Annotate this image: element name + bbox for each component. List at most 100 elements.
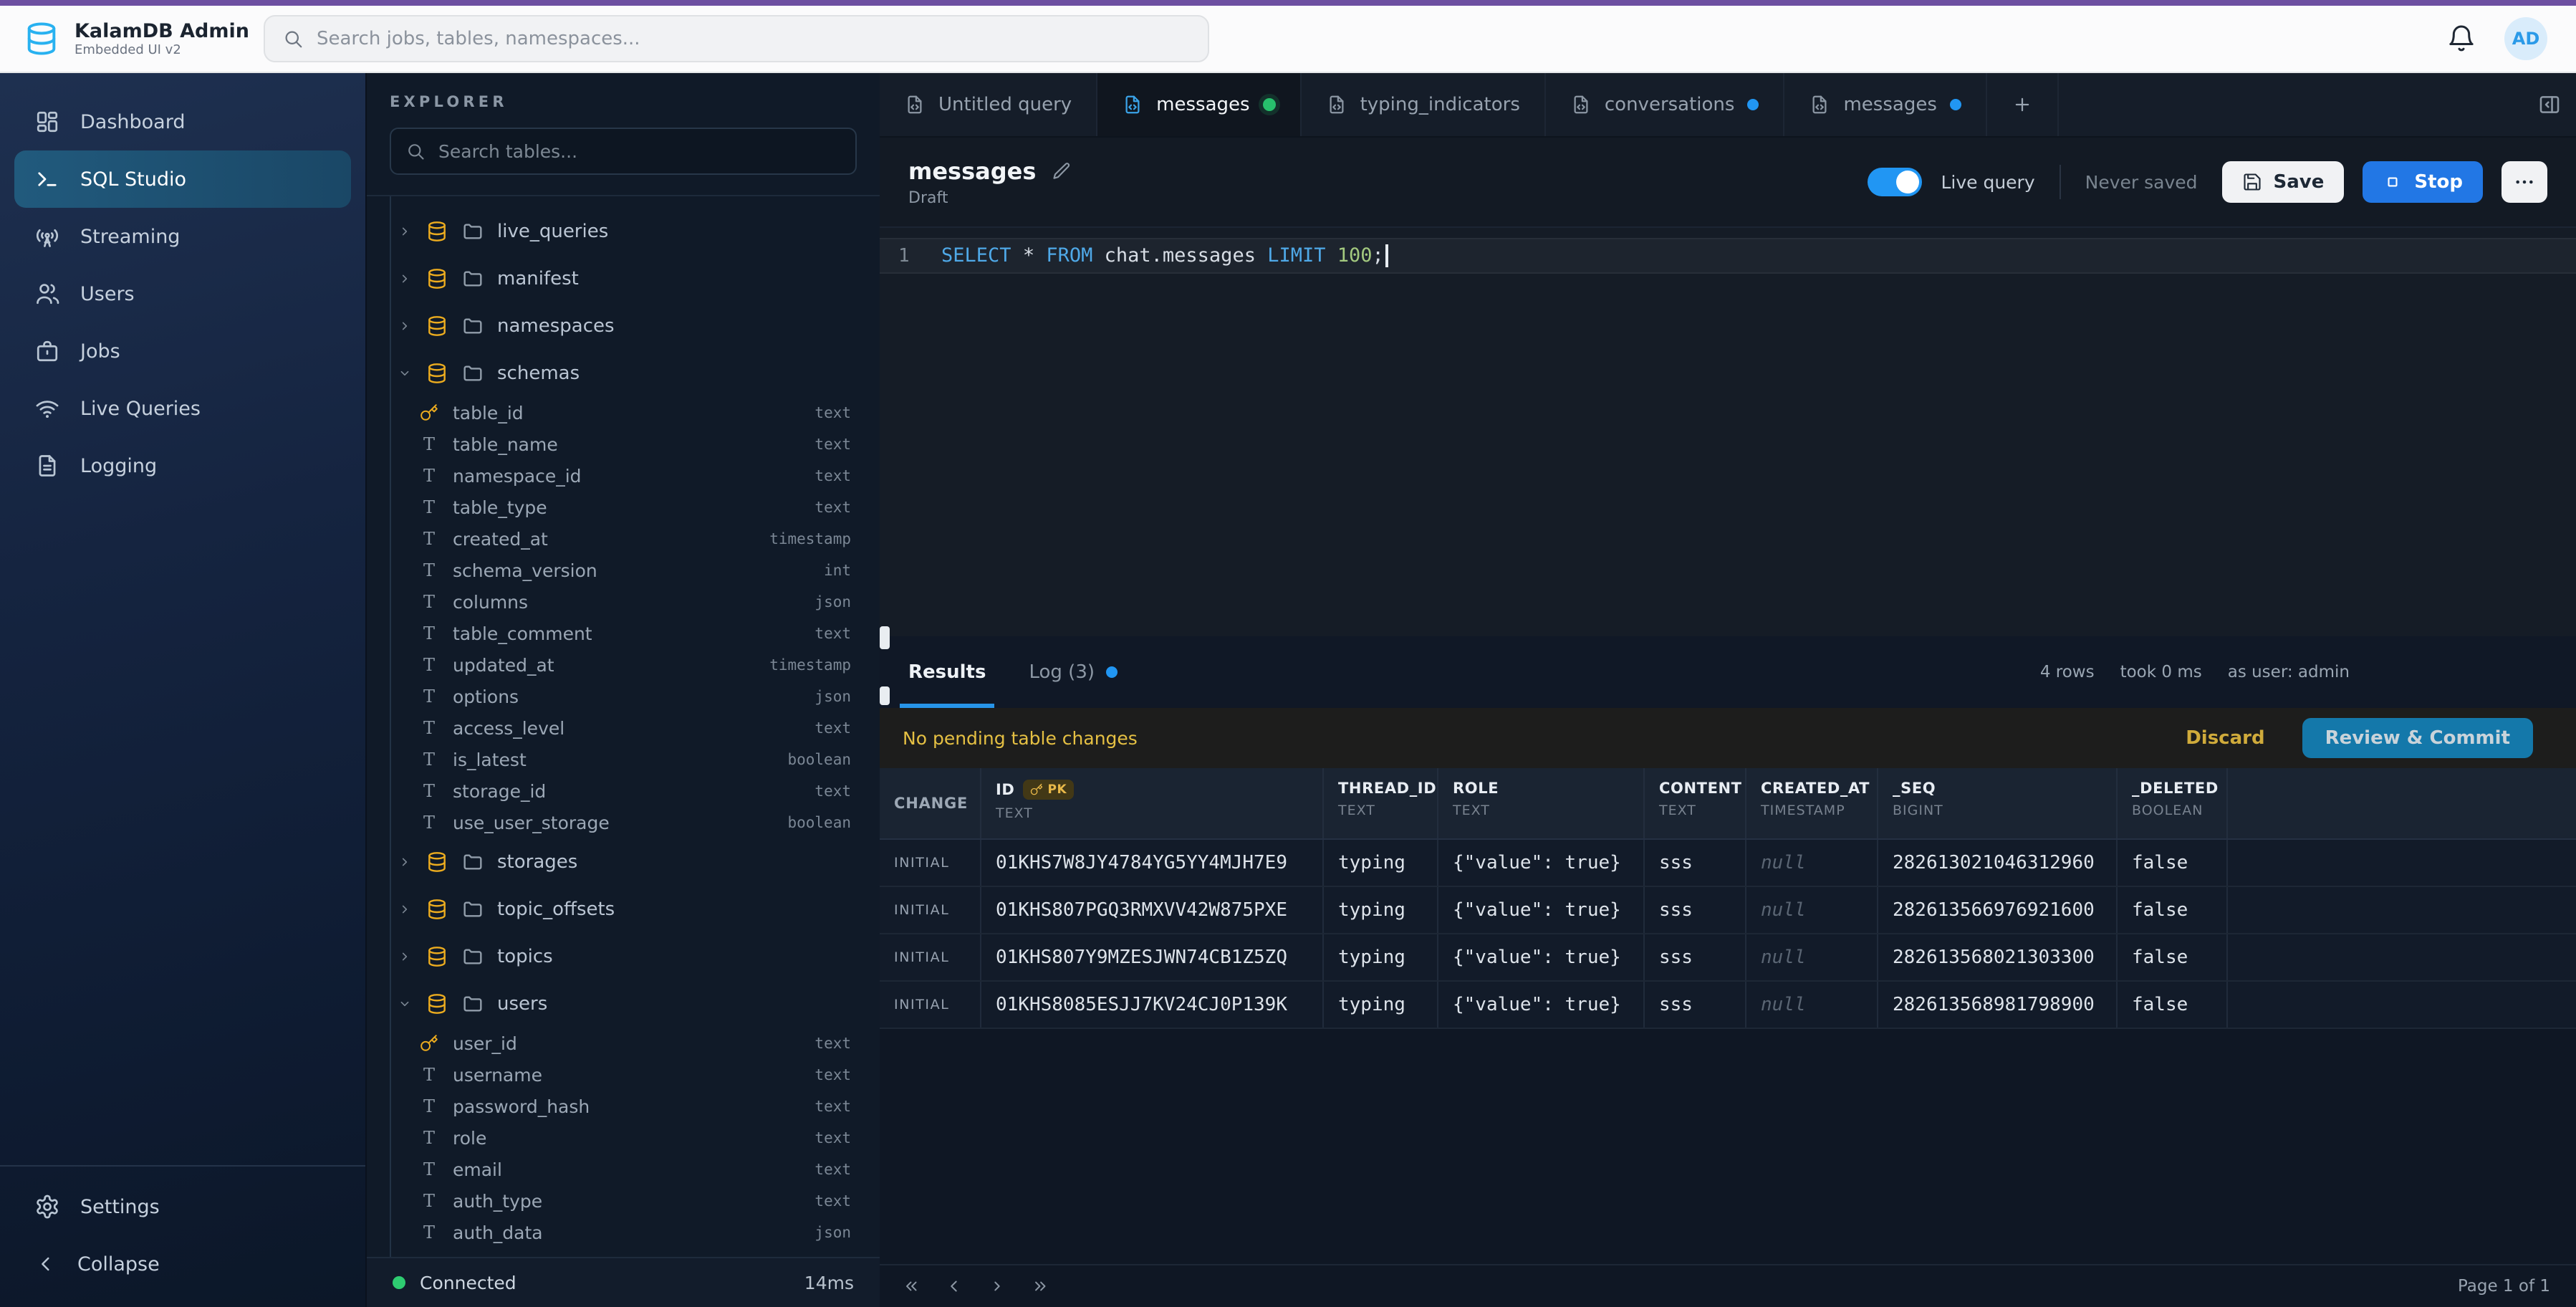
column-header-thread-id[interactable]: THREAD_IDTEXT (1324, 768, 1438, 838)
table-cell[interactable]: INITIAL (880, 887, 981, 933)
sidebar-item-live-queries[interactable]: Live Queries (14, 380, 351, 437)
sidebar-item-streaming[interactable]: Streaming (14, 208, 351, 265)
editor-tab-messages[interactable]: messages (1784, 73, 1986, 136)
table-row[interactable]: INITIAL01KHS7W8JY4784YG5YY4MJH7E9typing{… (880, 840, 2576, 887)
tree-table-topic-offsets[interactable]: topic_offsets (367, 886, 880, 933)
table-cell[interactable]: typing (1324, 982, 1438, 1028)
tree-column-use-user-storage[interactable]: Tuse_user_storageboolean (367, 807, 880, 838)
table-row[interactable]: INITIAL01KHS807Y9MZESJWN74CB1Z5ZQtyping{… (880, 934, 2576, 982)
live-query-toggle[interactable] (1868, 168, 1922, 196)
panel-resize-handle[interactable] (880, 686, 890, 705)
previous-page-button[interactable] (937, 1270, 971, 1302)
sidebar-item-users[interactable]: Users (14, 265, 351, 322)
tree-column-created-at[interactable]: Tcreated_attimestamp (367, 523, 880, 555)
tree-column-table-id[interactable]: table_idtext (367, 397, 880, 429)
sql-editor[interactable]: 1 SELECT * FROM chat.messages LIMIT 100; (880, 228, 2576, 636)
table-row[interactable]: INITIAL01KHS807PGQ3RMXVV42W875PXEtyping{… (880, 887, 2576, 934)
tree-column-auth-data[interactable]: Tauth_datajson (367, 1217, 880, 1248)
table-cell[interactable]: 01KHS807Y9MZESJWN74CB1Z5ZQ (981, 934, 1324, 980)
table-cell[interactable]: null (1746, 982, 1878, 1028)
discard-button[interactable]: Discard (2186, 727, 2264, 749)
tree-table-topics[interactable]: topics (367, 933, 880, 980)
table-cell[interactable]: INITIAL (880, 982, 981, 1028)
tree-column-table-comment[interactable]: Ttable_commenttext (367, 618, 880, 649)
tab-results[interactable]: Results (900, 636, 994, 708)
global-search[interactable] (264, 15, 1209, 62)
table-cell[interactable]: false (2118, 887, 2228, 933)
tree-column-access-level[interactable]: Taccess_leveltext (367, 712, 880, 744)
table-cell[interactable]: sss (1645, 840, 1746, 886)
column-header-id[interactable]: IDPKTEXT (981, 768, 1324, 838)
table-cell[interactable]: typing (1324, 840, 1438, 886)
column-header-created-at[interactable]: CREATED_ATTIMESTAMP (1746, 768, 1878, 838)
table-cell[interactable]: 282613566976921600 (1878, 887, 2118, 933)
tab-log[interactable]: Log (3) (1020, 636, 1126, 708)
tree-column-table-type[interactable]: Ttable_typetext (367, 492, 880, 523)
review-commit-button[interactable]: Review & Commit (2302, 718, 2533, 758)
tree-column-password-hash[interactable]: Tpassword_hashtext (367, 1091, 880, 1122)
editor-tab-untitled-query[interactable]: Untitled query (880, 73, 1097, 136)
tree-column-updated-at[interactable]: Tupdated_attimestamp (367, 649, 880, 681)
stop-button[interactable]: Stop (2363, 161, 2483, 203)
panel-resize-handle[interactable] (880, 626, 890, 649)
editor-tab-messages[interactable]: messages (1097, 73, 1301, 136)
table-search[interactable] (390, 128, 857, 175)
table-cell[interactable]: {"value": true} (1438, 887, 1645, 933)
table-cell[interactable]: {"value": true} (1438, 982, 1645, 1028)
avatar[interactable]: AD (2504, 17, 2547, 60)
tree-table-live-queries[interactable]: live_queries (367, 208, 880, 255)
sidebar-item-settings[interactable]: Settings (14, 1178, 351, 1235)
table-cell[interactable]: INITIAL (880, 840, 981, 886)
editor-tab-conversations[interactable]: conversations (1546, 73, 1785, 136)
tree-column-auth-type[interactable]: Tauth_typetext (367, 1185, 880, 1217)
tree-table-storages[interactable]: storages (367, 838, 880, 886)
table-cell[interactable]: sss (1645, 887, 1746, 933)
table-search-input[interactable] (438, 141, 841, 162)
sidebar-item-jobs[interactable]: Jobs (14, 322, 351, 380)
more-options-button[interactable] (2501, 161, 2547, 203)
tree-column-options[interactable]: Toptionsjson (367, 681, 880, 712)
tree-table-schemas[interactable]: schemas (367, 350, 880, 397)
new-tab-button[interactable] (1987, 73, 2059, 136)
first-page-button[interactable] (894, 1270, 928, 1302)
table-cell[interactable]: sss (1645, 934, 1746, 980)
table-cell[interactable]: false (2118, 934, 2228, 980)
table-cell[interactable]: INITIAL (880, 934, 981, 980)
table-row[interactable]: INITIAL01KHS8085ESJJ7KV24CJ0P139Ktyping{… (880, 982, 2576, 1029)
table-cell[interactable]: 01KHS8085ESJJ7KV24CJ0P139K (981, 982, 1324, 1028)
tree-column-namespace-id[interactable]: Tnamespace_idtext (367, 460, 880, 492)
tree-table-namespaces[interactable]: namespaces (367, 302, 880, 350)
tree-column-schema-version[interactable]: Tschema_versionint (367, 555, 880, 586)
column-header-deleted[interactable]: _DELETEDBOOLEAN (2118, 768, 2228, 838)
collapse-panel-button[interactable] (2537, 73, 2576, 136)
tree-column-username[interactable]: Tusernametext (367, 1059, 880, 1091)
tree-column-table-name[interactable]: Ttable_nametext (367, 429, 880, 460)
global-search-input[interactable] (317, 28, 1191, 49)
table-cell[interactable]: sss (1645, 982, 1746, 1028)
table-cell[interactable]: false (2118, 840, 2228, 886)
table-cell[interactable]: typing (1324, 887, 1438, 933)
sidebar-item-sql-studio[interactable]: SQL Studio (14, 150, 351, 208)
table-cell[interactable]: {"value": true} (1438, 840, 1645, 886)
sidebar-item-logging[interactable]: Logging (14, 437, 351, 494)
table-cell[interactable]: null (1746, 934, 1878, 980)
column-header-change[interactable]: CHANGE (880, 768, 981, 838)
tree-column-columns[interactable]: Tcolumnsjson (367, 586, 880, 618)
tree-column-role[interactable]: Troletext (367, 1122, 880, 1154)
tree-column-storage-id[interactable]: Tstorage_idtext (367, 775, 880, 807)
last-page-button[interactable] (1023, 1270, 1057, 1302)
table-cell[interactable]: typing (1324, 934, 1438, 980)
sidebar-item-dashboard[interactable]: Dashboard (14, 93, 351, 150)
editor-tab-typing-indicators[interactable]: typing_indicators (1302, 73, 1546, 136)
table-cell[interactable]: {"value": true} (1438, 934, 1645, 980)
table-cell[interactable]: false (2118, 982, 2228, 1028)
column-header-content[interactable]: CONTENTTEXT (1645, 768, 1746, 838)
save-button[interactable]: Save (2222, 161, 2345, 203)
table-cell[interactable]: 282613568981798900 (1878, 982, 2118, 1028)
tree-column-email[interactable]: Temailtext (367, 1154, 880, 1185)
edit-pencil-icon[interactable] (1052, 161, 1072, 181)
tree-column-user-id[interactable]: user_idtext (367, 1028, 880, 1059)
table-cell[interactable]: 01KHS807PGQ3RMXVV42W875PXE (981, 887, 1324, 933)
table-cell[interactable]: 282613568021303300 (1878, 934, 2118, 980)
bell-icon[interactable] (2447, 24, 2476, 53)
